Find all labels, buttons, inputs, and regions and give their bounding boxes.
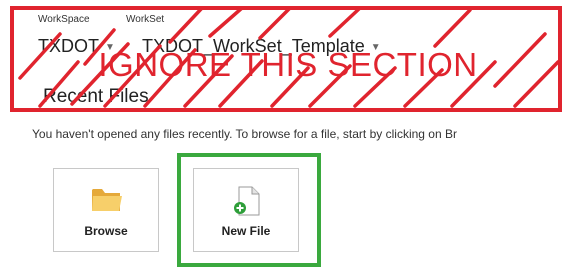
- workset-label: WorkSet: [126, 14, 165, 25]
- workspace-section: WorkSpace WorkSet TXDOT ▼ TXDOT_WorkSet_T…: [0, 0, 576, 118]
- workset-dropdown[interactable]: TXDOT_WorkSet_Template ▼: [142, 36, 381, 57]
- new-file-label: New File: [221, 224, 271, 238]
- browse-button[interactable]: Browse: [53, 168, 159, 252]
- workspace-label: WorkSpace: [38, 14, 90, 25]
- new-file-button[interactable]: New File: [193, 168, 299, 252]
- browse-label: Browse: [84, 224, 128, 238]
- folder-icon: [92, 189, 122, 211]
- workspace-value: TXDOT: [38, 36, 99, 56]
- no-recent-files-message: You haven't opened any files recently. T…: [32, 127, 457, 141]
- recent-files-title: Recent Files: [43, 86, 149, 107]
- workspace-dropdown[interactable]: TXDOT ▼: [38, 36, 115, 57]
- chevron-down-icon: ▼: [105, 41, 115, 53]
- new-file-icon: [234, 186, 260, 216]
- chevron-down-icon: ▼: [370, 41, 381, 53]
- workset-value: TXDOT_WorkSet_Template: [142, 36, 365, 56]
